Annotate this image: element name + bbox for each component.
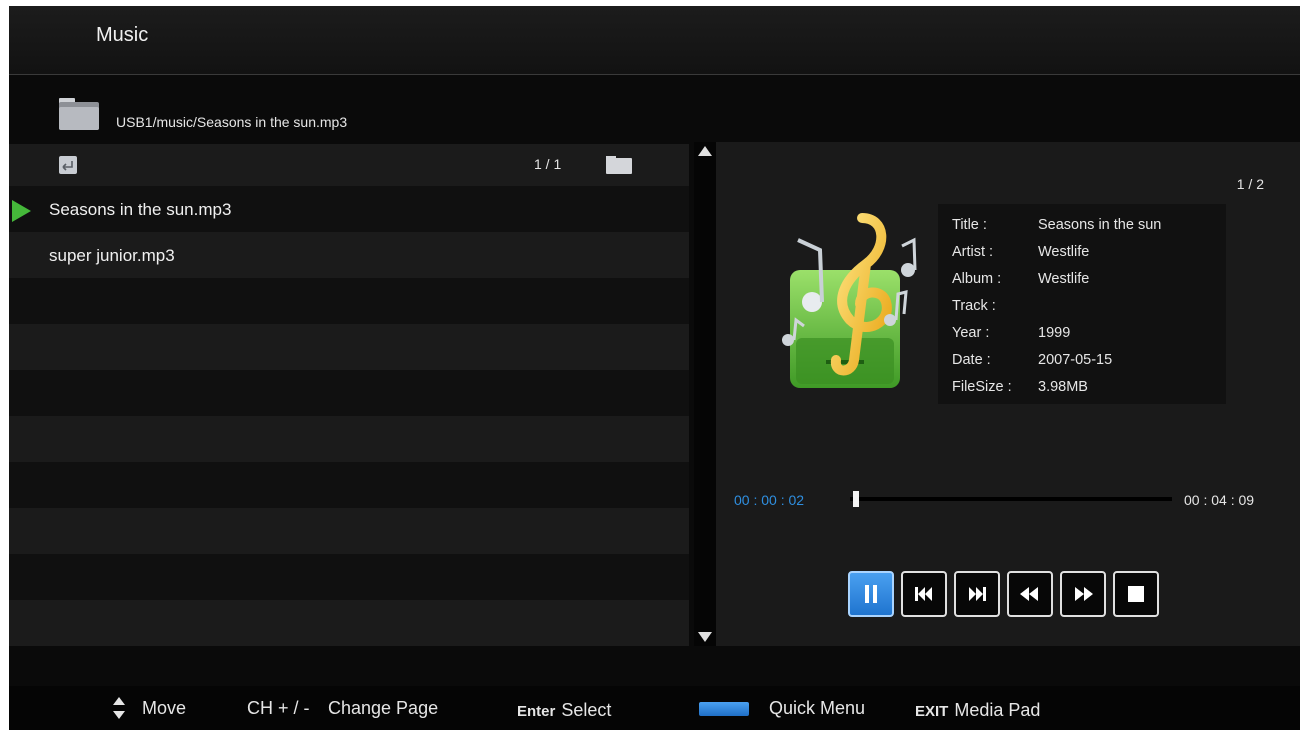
empty-list-row xyxy=(9,370,689,416)
date-label: Date : xyxy=(952,352,991,368)
next-track-button[interactable] xyxy=(954,571,1000,617)
track-value xyxy=(1038,293,1161,320)
empty-list-row xyxy=(9,508,689,554)
album-label: Album : xyxy=(952,271,1002,287)
progress-handle[interactable] xyxy=(853,491,859,507)
list-item-label: super junior.mp3 xyxy=(49,246,175,265)
stop-button[interactable] xyxy=(1113,571,1159,617)
album-value: Westlife xyxy=(1038,271,1090,287)
media-pad-hint: Media Pad xyxy=(954,700,1041,720)
empty-list-row xyxy=(9,278,689,324)
year-label: Year : xyxy=(952,325,990,341)
scroll-down-icon[interactable] xyxy=(698,632,712,642)
empty-list-row xyxy=(9,462,689,508)
playback-controls xyxy=(848,571,1159,617)
next-track-icon xyxy=(969,587,986,601)
artist-value: Westlife xyxy=(1038,244,1090,260)
elapsed-time: 00 : 00 : 02 xyxy=(734,492,805,508)
footer-hints: Move CH + / - Change Page Enter Select Qu… xyxy=(9,686,1300,730)
total-time: 00 : 04 : 09 xyxy=(1184,492,1255,508)
title-label: Title : xyxy=(952,217,987,233)
file-list: Seasons in the sun.mp3 super junior.mp3 xyxy=(9,186,689,646)
music-note-icon xyxy=(782,213,917,388)
empty-list-row xyxy=(9,600,689,646)
rewind-button[interactable] xyxy=(1007,571,1053,617)
quick-menu-hint: Quick Menu xyxy=(769,698,866,718)
page-title: Music xyxy=(96,24,149,46)
track-counter: 1 / 2 xyxy=(1236,176,1264,192)
title-value: Seasons in the sun xyxy=(1038,217,1162,233)
media-player-screen: Music USB1/music/Seasons in the sun.mp3 … xyxy=(9,6,1300,730)
list-scrollbar[interactable] xyxy=(694,142,716,646)
ch-key-hint: CH + / - xyxy=(247,698,310,718)
page-indicator: 1 / 1 xyxy=(534,156,562,172)
year-value: 1999 xyxy=(1038,325,1071,341)
playing-indicator-icon xyxy=(12,200,31,222)
enter-key: Enter xyxy=(517,703,556,720)
stop-icon xyxy=(1128,586,1144,602)
back-folder-icon[interactable] xyxy=(59,156,77,174)
exit-key: EXIT xyxy=(915,703,949,720)
change-page-hint: Change Page xyxy=(328,698,439,718)
list-item-selected[interactable]: Seasons in the sun.mp3 xyxy=(9,186,689,232)
file-list-panel: 1 / 1 Seasons in the sun.mp3 super junio… xyxy=(9,144,689,646)
progress-bar[interactable] xyxy=(850,491,1172,507)
prev-track-icon xyxy=(915,587,932,601)
empty-list-row xyxy=(9,324,689,370)
fast-forward-icon xyxy=(1075,587,1093,601)
enter-key-hint: Enter Select xyxy=(517,700,611,721)
rewind-icon xyxy=(1020,587,1038,601)
select-hint: Select xyxy=(561,700,612,720)
date-value: 2007-05-15 xyxy=(1038,352,1113,368)
path-bar: USB1/music/Seasons in the sun.mp3 xyxy=(9,86,1300,142)
folder-icon[interactable] xyxy=(605,155,633,175)
fast-forward-button[interactable] xyxy=(1060,571,1106,617)
track-label: Track : xyxy=(952,298,996,314)
list-item[interactable]: super junior.mp3 xyxy=(9,232,689,278)
now-playing-panel: 1 / 2 Title: Artist: Album: Track: Y… xyxy=(716,142,1300,646)
artist-label: Artist : xyxy=(952,244,994,260)
move-hint: Move xyxy=(142,698,187,718)
current-path: USB1/music/Seasons in the sun.mp3 xyxy=(116,114,348,130)
up-down-arrows-icon xyxy=(113,697,125,719)
pause-button[interactable] xyxy=(848,571,894,617)
scroll-up-icon[interactable] xyxy=(698,146,712,156)
blue-key-icon xyxy=(699,702,749,716)
track-info-box: Title : Artist : Album : Track : Year : … xyxy=(938,204,1226,404)
folder-icon xyxy=(59,98,99,130)
empty-list-row xyxy=(9,554,689,600)
empty-list-row xyxy=(9,416,689,462)
filesize-label: FileSize : xyxy=(952,379,1012,395)
filesize-value: 3.98MB xyxy=(1038,379,1088,395)
exit-key-hint: EXIT Media Pad xyxy=(915,700,1040,721)
pause-icon xyxy=(865,585,877,603)
file-list-header: 1 / 1 xyxy=(9,144,689,186)
list-item-label: Seasons in the sun.mp3 xyxy=(49,200,232,219)
header-bar: Music xyxy=(9,6,1300,75)
previous-track-button[interactable] xyxy=(901,571,947,617)
